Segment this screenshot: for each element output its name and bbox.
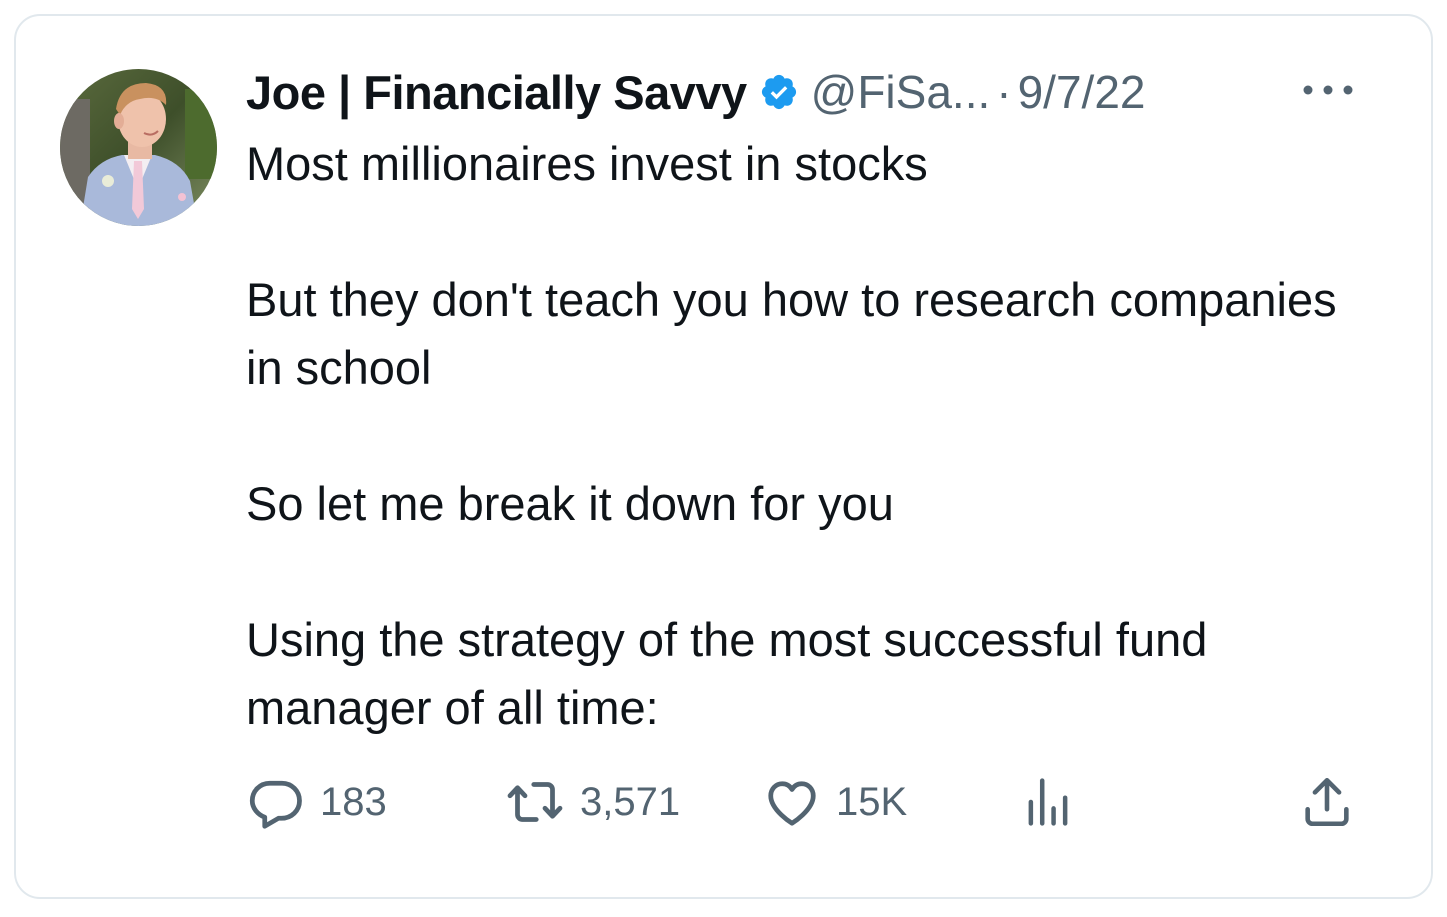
action-bar: 183 3,571 15K (246, 772, 1356, 832)
tweet-paragraph: So let me break it down for you (246, 477, 894, 530)
reply-button[interactable]: 183 (246, 772, 387, 832)
reply-icon (246, 772, 306, 832)
more-options-icon[interactable] (1300, 76, 1356, 104)
retweet-count: 3,571 (580, 779, 681, 824)
separator-dot: · (996, 66, 1012, 118)
share-icon (1298, 772, 1356, 832)
tweet-paragraph: Most millionaires invest in stocks (246, 137, 928, 190)
analytics-icon (1022, 772, 1074, 832)
like-icon (762, 772, 822, 832)
retweet-icon (504, 772, 566, 832)
tweet-body: Most millionaires invest in stocks But t… (246, 130, 1386, 742)
author-handle[interactable]: @FiSa... (811, 65, 991, 119)
tweet-date[interactable]: 9/7/22 (1018, 65, 1146, 119)
tweet-paragraph: But they don't teach you how to research… (246, 273, 1337, 394)
tweet-header: Joe | Financially Savvy @FiSa... · 9/7/2… (246, 62, 1146, 122)
like-button[interactable]: 15K (762, 772, 907, 832)
retweet-button[interactable]: 3,571 (504, 772, 680, 832)
avatar-photo (60, 69, 217, 226)
analytics-button[interactable] (1022, 772, 1074, 832)
avatar[interactable] (60, 69, 217, 226)
verified-badge-icon[interactable] (759, 72, 799, 112)
author-display-name[interactable]: Joe | Financially Savvy (246, 65, 747, 120)
like-count: 15K (836, 779, 908, 824)
share-button[interactable] (1298, 772, 1356, 832)
tweet-paragraph: Using the strategy of the most successfu… (246, 613, 1208, 734)
reply-count: 183 (320, 779, 387, 824)
